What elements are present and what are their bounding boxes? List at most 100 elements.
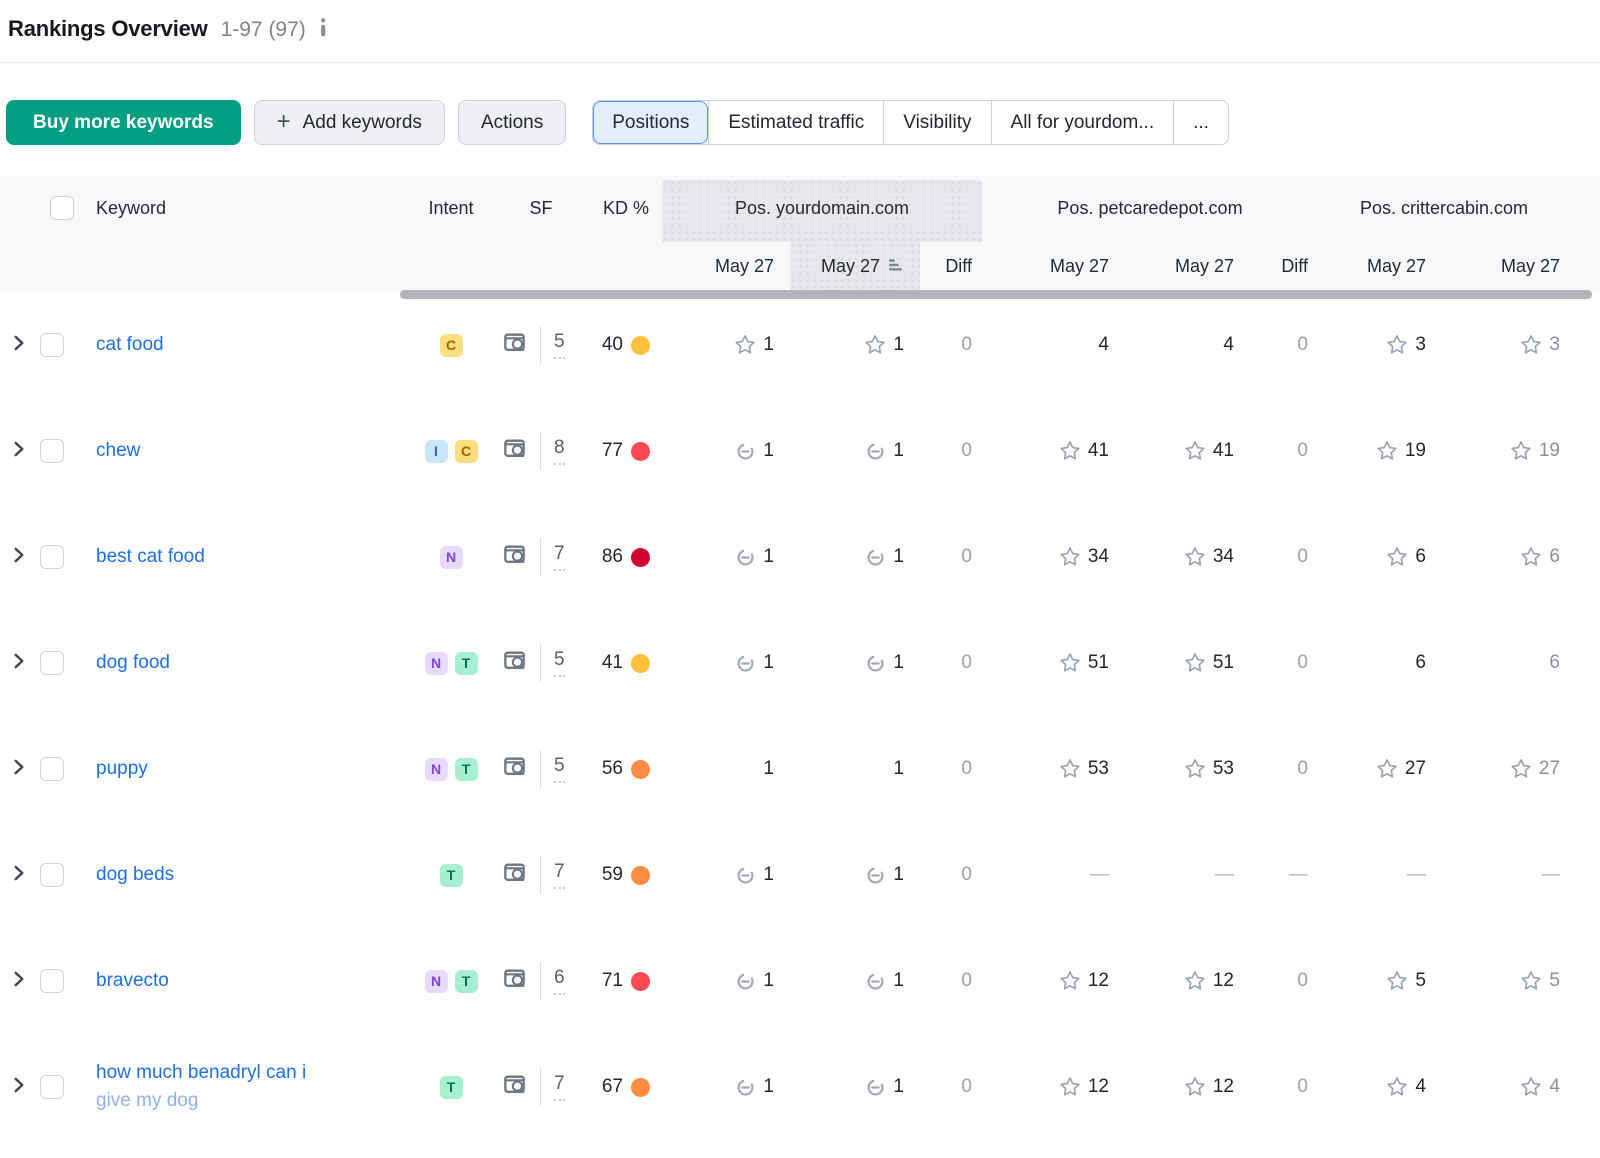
sf-count[interactable]: 8 (554, 437, 565, 465)
toolbar: Buy more keywords +Add keywords Actions … (6, 100, 1600, 145)
col-header-date-yd-2-sorted[interactable]: May 27 (790, 256, 920, 277)
row-expand-chevron[interactable] (0, 862, 40, 889)
chevron-right-icon (8, 1074, 30, 1101)
table-body: cat food C 5 40 11044033 chew IC 8 77 11… (0, 292, 1600, 1140)
position-value: 1 (893, 440, 904, 462)
kd-cell: 67 (590, 1076, 662, 1098)
sf-count[interactable]: 5 (554, 755, 565, 783)
tab-all-for-domain[interactable]: All for yourdom... (991, 101, 1174, 144)
keyword-link[interactable]: cat food (96, 334, 164, 355)
sf-count[interactable]: 5 (554, 331, 565, 359)
row-expand-chevron[interactable] (0, 1074, 40, 1101)
position-value: — (1407, 864, 1426, 886)
tab-more[interactable]: ... (1173, 101, 1228, 144)
link-icon (865, 547, 886, 568)
pos-crittercabin-may27-a: 6 (1318, 546, 1442, 568)
row-checkbox[interactable] (40, 545, 64, 569)
pos-crittercabin-may27-a: 4 (1318, 1076, 1442, 1098)
keyword-link[interactable]: best cat food (96, 546, 205, 567)
col-header-date-cc-2[interactable]: May 27 (1442, 256, 1600, 277)
star-icon (1184, 652, 1206, 674)
col-header-date-pc-2[interactable]: May 27 (1125, 256, 1250, 277)
row-checkbox[interactable] (40, 651, 64, 675)
horizontal-scrollbar-thumb[interactable] (400, 290, 1592, 299)
position-value: 0 (961, 970, 972, 992)
sf-count[interactable]: 5 (554, 649, 565, 677)
col-header-diff-pc[interactable]: Diff (1250, 256, 1318, 277)
row-checkbox[interactable] (40, 439, 64, 463)
pos-yourdomain-may27-b: 1 (790, 758, 920, 780)
sf-count[interactable]: 7 (554, 861, 565, 889)
kd-difficulty-dot (631, 1078, 650, 1097)
position-value: 6 (1549, 546, 1560, 568)
buy-more-keywords-button[interactable]: Buy more keywords (6, 100, 241, 145)
info-icon[interactable] (319, 18, 328, 42)
position-value: 1 (893, 652, 904, 674)
actions-button[interactable]: Actions (458, 100, 566, 145)
select-all-checkbox[interactable] (50, 196, 74, 220)
col-header-diff-yd[interactable]: Diff (920, 256, 982, 277)
row-expand-chevron[interactable] (0, 544, 40, 571)
star-icon (1520, 1076, 1542, 1098)
keyword-link[interactable]: dog food (96, 652, 170, 673)
intent-badge-I: I (425, 440, 448, 463)
rankings-table: Keyword Intent SF KD % Pos. yourdomain.c… (0, 176, 1600, 1140)
pos-crittercabin-may27-b: 3 (1442, 334, 1600, 356)
pos-petcaredepot-may27-b: 4 (1125, 334, 1250, 356)
keyword-link[interactable]: how much benadryl can igive my dog (96, 1062, 410, 1114)
diff-petcaredepot: 0 (1250, 1076, 1318, 1098)
star-icon (1386, 1076, 1408, 1098)
serp-features-cell: 7 (492, 1068, 590, 1106)
col-header-date-yd-1[interactable]: May 27 (662, 256, 790, 277)
sf-count[interactable]: 7 (554, 1073, 565, 1101)
position-value: 3 (1415, 334, 1426, 356)
row-expand-chevron[interactable] (0, 332, 40, 359)
keyword-link[interactable]: dog beds (96, 864, 174, 885)
position-value: 27 (1539, 758, 1560, 780)
kd-value: 56 (602, 758, 623, 780)
sf-count[interactable]: 7 (554, 543, 565, 571)
kd-value: 77 (602, 440, 623, 462)
tab-positions[interactable]: Positions (593, 101, 708, 144)
col-header-date-pc-1[interactable]: May 27 (982, 256, 1125, 277)
chevron-right-icon (8, 544, 30, 571)
pos-petcaredepot-may27-b: 12 (1125, 1076, 1250, 1098)
row-expand-chevron[interactable] (0, 968, 40, 995)
col-header-date-cc-1[interactable]: May 27 (1318, 256, 1442, 277)
row-checkbox[interactable] (40, 969, 64, 993)
results-range: 1-97 (97) (221, 18, 306, 42)
table-row: chew IC 8 77 110414101919 (0, 398, 1600, 504)
row-checkbox[interactable] (40, 333, 64, 357)
row-checkbox[interactable] (40, 1075, 64, 1099)
row-expand-chevron[interactable] (0, 438, 40, 465)
sf-count[interactable]: 6 (554, 967, 565, 995)
add-keywords-button[interactable]: +Add keywords (254, 100, 445, 145)
kd-cell: 56 (590, 758, 662, 780)
star-icon (1386, 970, 1408, 992)
keyword-link[interactable]: bravecto (96, 970, 169, 991)
row-expand-chevron[interactable] (0, 756, 40, 783)
keyword-link[interactable]: chew (96, 440, 140, 461)
row-checkbox[interactable] (40, 757, 64, 781)
intent-badge-N: N (425, 970, 448, 993)
position-value: 1 (763, 652, 774, 674)
row-expand-chevron[interactable] (0, 650, 40, 677)
col-header-kd[interactable]: KD % (590, 198, 662, 219)
chevron-right-icon (8, 862, 30, 889)
header-divider (0, 62, 1600, 63)
kd-difficulty-dot (631, 336, 650, 355)
position-value: 1 (893, 1076, 904, 1098)
position-value: 41 (1213, 440, 1234, 462)
pos-petcaredepot-may27-a: 12 (982, 1076, 1125, 1098)
pos-petcaredepot-may27-b: 41 (1125, 440, 1250, 462)
star-icon (1520, 970, 1542, 992)
pos-crittercabin-may27-b: 6 (1442, 652, 1600, 674)
position-value: 1 (763, 440, 774, 462)
tab-visibility[interactable]: Visibility (883, 101, 990, 144)
keyword-link[interactable]: puppy (96, 758, 148, 779)
diff-petcaredepot: 0 (1250, 334, 1318, 356)
pos-yourdomain-may27-a: 1 (662, 652, 790, 674)
tab-estimated-traffic[interactable]: Estimated traffic (708, 101, 883, 144)
star-icon (1386, 334, 1408, 356)
row-checkbox[interactable] (40, 863, 64, 887)
